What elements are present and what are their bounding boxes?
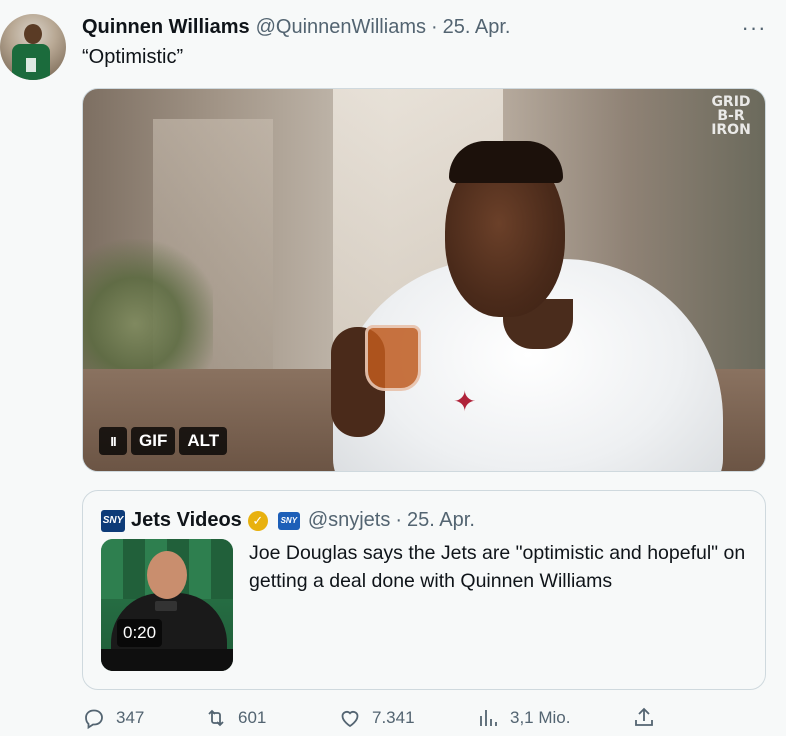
quoted-tweet-date[interactable]: 25. Apr. xyxy=(407,509,475,532)
speaker-head xyxy=(147,551,187,599)
author-avatar[interactable] xyxy=(0,14,66,80)
avatar-head xyxy=(24,24,42,44)
retweet-button[interactable]: 601 xyxy=(204,706,266,730)
tweet-actions: 347 601 7.341 3,1 Mio. xyxy=(82,706,662,732)
quoted-video-thumbnail[interactable]: 0:20 xyxy=(101,539,233,671)
pause-button[interactable]: II xyxy=(99,427,127,455)
quoted-author-name[interactable]: Jets Videos xyxy=(131,509,242,532)
author-handle[interactable]: @QuinnenWilliams xyxy=(256,16,426,39)
tweet-gif[interactable]: ✦ GRID B-R IRON II GIF ALT xyxy=(82,88,766,472)
verified-badge-icon[interactable]: ✓ xyxy=(247,510,268,531)
tweet-date[interactable]: 25. Apr. xyxy=(443,16,511,39)
microphone-icon xyxy=(155,601,177,611)
press-table xyxy=(101,649,233,671)
reply-button[interactable]: 347 xyxy=(82,706,144,730)
retweet-count: 601 xyxy=(238,708,267,727)
reply-count: 347 xyxy=(116,708,145,727)
share-button[interactable] xyxy=(632,706,666,730)
tweet-header: Quinnen Williams @QuinnenWilliams · 25. … xyxy=(82,16,511,39)
hair xyxy=(449,141,563,183)
quoted-tweet-header: SNY Jets Videos ✓ SNY @snyjets · 25. Apr… xyxy=(101,509,475,532)
share-icon xyxy=(635,707,653,726)
tea-cup xyxy=(365,325,421,391)
media-badges: II GIF ALT xyxy=(99,427,228,455)
quoted-author-handle[interactable]: @snyjets xyxy=(308,509,391,532)
more-options-button[interactable]: ··· xyxy=(738,14,770,42)
author-name[interactable]: Quinnen Williams xyxy=(82,16,250,39)
jumpman-logo-icon: ✦ xyxy=(453,386,477,417)
gif-badge: GIF xyxy=(131,427,176,455)
like-button[interactable]: 7.341 xyxy=(338,706,415,730)
views-count: 3,1 Mio. xyxy=(510,708,571,727)
quoted-tweet[interactable]: SNY Jets Videos ✓ SNY @snyjets · 25. Apr… xyxy=(82,490,766,690)
retweet-icon xyxy=(208,709,224,727)
sny-avatar-icon[interactable]: SNY xyxy=(101,509,125,532)
affiliate-badge-icon[interactable]: SNY xyxy=(277,511,300,530)
like-icon xyxy=(341,710,359,728)
quoted-header-separator: · xyxy=(395,509,403,531)
header-separator: · xyxy=(430,16,438,38)
views-button[interactable]: 3,1 Mio. xyxy=(476,706,570,730)
video-duration-badge: 0:20 xyxy=(117,619,163,647)
views-icon xyxy=(480,710,497,726)
like-count: 7.341 xyxy=(372,708,415,727)
avatar-jersey-number xyxy=(26,58,36,72)
alt-badge[interactable]: ALT xyxy=(179,427,228,455)
channel-watermark: GRID B-R IRON xyxy=(711,94,751,138)
tweet-text: “Optimistic” xyxy=(82,46,184,68)
reply-icon xyxy=(85,709,103,730)
quoted-tweet-text: Joe Douglas says the Jets are "optimisti… xyxy=(249,542,746,592)
